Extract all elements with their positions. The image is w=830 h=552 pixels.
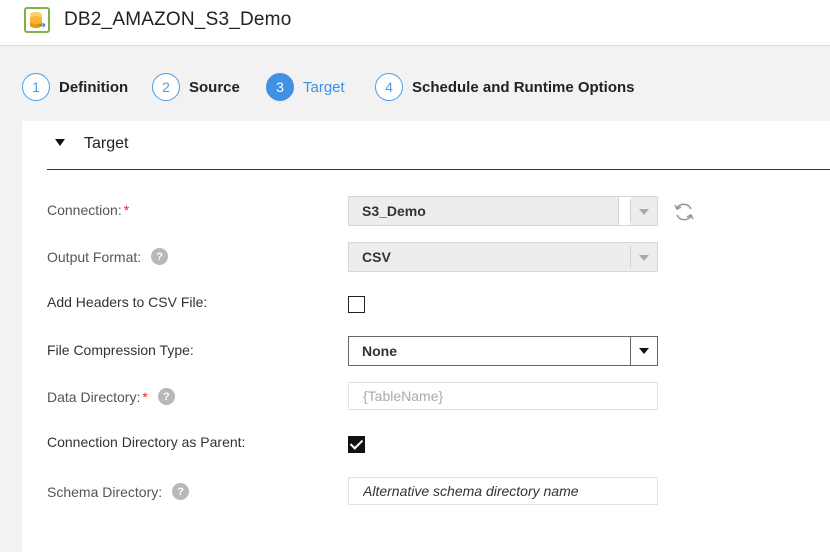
- step-schedule[interactable]: 4 Schedule and Runtime Options: [375, 73, 635, 101]
- conn-dir-parent-checkbox[interactable]: [348, 436, 365, 453]
- step-source[interactable]: 2 Source: [152, 73, 240, 101]
- data-directory-label: Data Directory: * ?: [47, 388, 175, 405]
- database-task-icon: ➜: [24, 7, 50, 33]
- add-headers-checkbox[interactable]: [348, 296, 365, 313]
- help-icon[interactable]: ?: [157, 388, 175, 405]
- data-directory-input[interactable]: [348, 382, 658, 410]
- compression-value: None: [362, 343, 397, 359]
- refresh-icon[interactable]: [672, 200, 696, 224]
- wizard-stepper: 1 Definition 2 Source 3 Target 4 Schedul…: [0, 47, 830, 121]
- caret-down-icon[interactable]: [55, 139, 65, 146]
- dropdown-arrow-icon[interactable]: [630, 200, 657, 222]
- help-icon[interactable]: ?: [172, 483, 190, 500]
- help-icon[interactable]: ?: [151, 248, 169, 265]
- dropdown-arrow-icon[interactable]: [630, 337, 657, 365]
- output-format-select[interactable]: CSV: [348, 242, 658, 272]
- step-label: Target: [303, 78, 345, 96]
- compression-label: File Compression Type:: [47, 342, 194, 358]
- target-panel: Target Connection: * S3_Demo Output Forma…: [22, 121, 830, 552]
- connection-value: S3_Demo: [362, 203, 426, 219]
- compression-row: File Compression Type: None: [47, 336, 830, 366]
- step-target[interactable]: 3 Target: [266, 73, 345, 101]
- required-mark: *: [142, 388, 148, 405]
- step-number: 4: [375, 73, 403, 101]
- title-bar: ➜ DB2_AMAZON_S3_Demo: [0, 0, 830, 46]
- schema-directory-label: Schema Directory: ?: [47, 483, 190, 500]
- step-number: 2: [152, 73, 180, 101]
- compression-select[interactable]: None: [348, 336, 658, 366]
- dropdown-arrow-icon[interactable]: [630, 246, 657, 268]
- conn-dir-parent-row: Connection Directory as Parent:: [47, 428, 830, 458]
- add-headers-row: Add Headers to CSV File:: [47, 288, 830, 318]
- connection-label: Connection: *: [47, 202, 130, 218]
- target-section-header[interactable]: Target: [47, 121, 830, 170]
- output-format-row: Output Format: ? CSV: [47, 242, 830, 272]
- conn-dir-parent-label: Connection Directory as Parent:: [47, 434, 246, 450]
- connection-row: Connection: * S3_Demo: [47, 196, 830, 226]
- required-mark: *: [123, 202, 130, 218]
- section-title: Target: [84, 135, 129, 152]
- step-number: 1: [22, 73, 50, 101]
- output-format-label: Output Format: ?: [47, 248, 169, 265]
- data-directory-row: Data Directory: * ?: [47, 382, 830, 412]
- schema-directory-input[interactable]: [348, 477, 658, 505]
- step-number: 3: [266, 73, 294, 101]
- output-format-value: CSV: [362, 249, 391, 265]
- connection-select[interactable]: S3_Demo: [348, 196, 658, 226]
- step-label: Definition: [59, 78, 129, 96]
- step-definition[interactable]: 1 Definition: [22, 73, 128, 101]
- step-label: Schedule and Runtime Options: [412, 78, 635, 96]
- task-title: DB2_AMAZON_S3_Demo: [64, 9, 292, 30]
- step-label: Source: [189, 78, 240, 96]
- add-headers-label: Add Headers to CSV File:: [47, 294, 208, 310]
- schema-directory-row: Schema Directory: ?: [47, 477, 830, 507]
